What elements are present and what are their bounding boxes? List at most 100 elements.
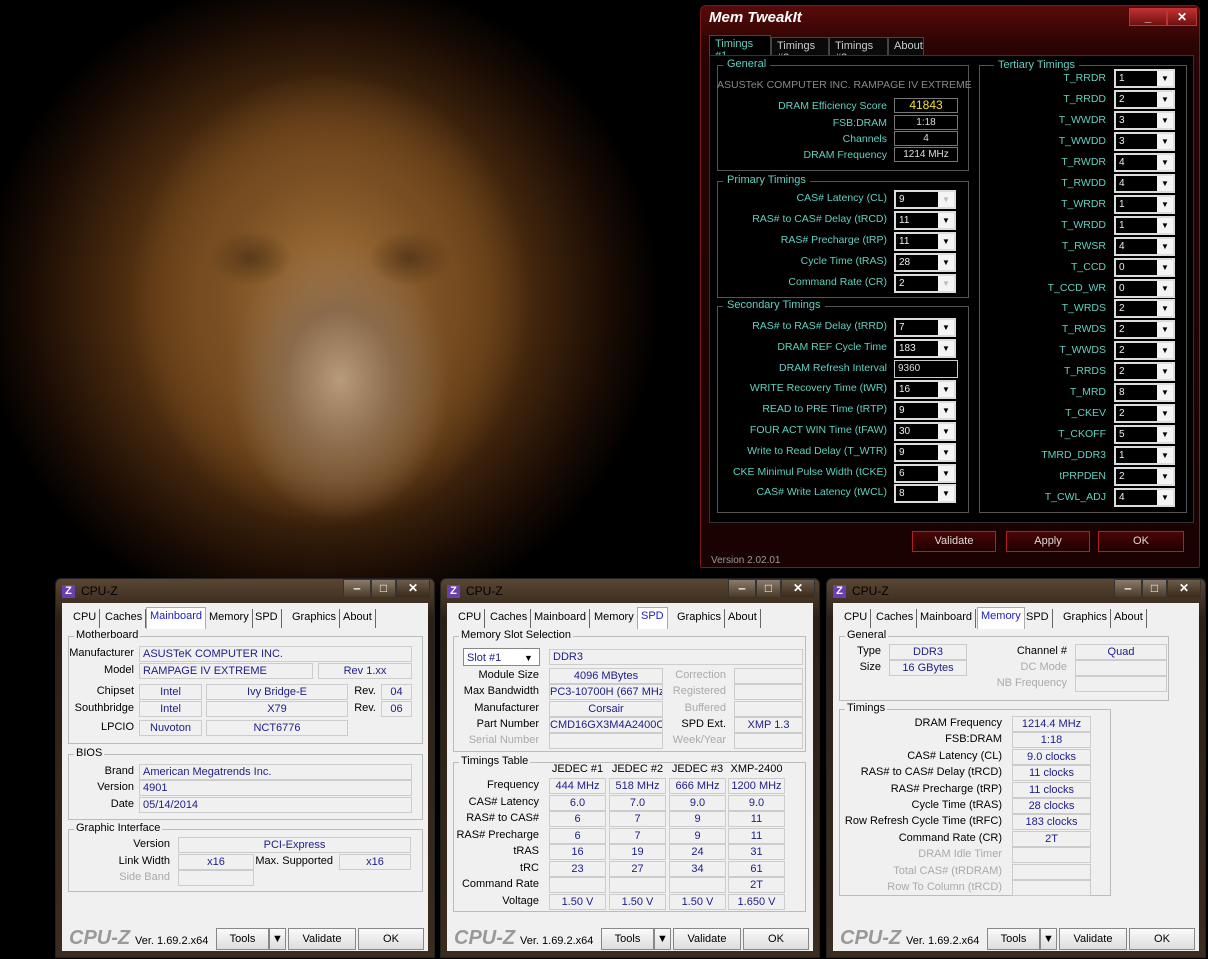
tertiary-combo[interactable]: 5 ▼ [1114,425,1175,445]
chevron-down-icon[interactable]: ▼ [1157,217,1173,233]
minimize-button[interactable]: _ [1129,8,1167,26]
chevron-down-icon[interactable]: ▼ [1157,322,1173,338]
ok-button[interactable]: OK [1129,928,1195,950]
primary-combo[interactable]: 28 ▼ [894,253,956,272]
chevron-down-icon[interactable]: ▼ [1157,469,1173,485]
chevron-down-icon[interactable]: ▼ [938,213,954,228]
tab-timings-1[interactable]: Timings #1 [709,35,771,62]
tab-caches[interactable]: Caches [102,609,147,628]
chevron-down-icon[interactable]: ▼ [1157,301,1173,317]
chevron-down-icon[interactable]: ▼ [1157,448,1173,464]
tab-mainboard[interactable]: Mainboard [146,607,206,629]
tab-cpu[interactable]: CPU [70,609,101,628]
tertiary-combo[interactable]: 4 ▼ [1114,488,1175,507]
chevron-down-icon[interactable]: ▼ [1157,154,1173,170]
tertiary-combo[interactable]: 4 ▼ [1114,152,1175,172]
ok-button[interactable]: OK [1098,531,1184,552]
tools-button[interactable]: Tools [601,928,654,950]
chevron-down-icon[interactable]: ▼ [938,403,954,419]
chevron-down-icon[interactable]: ▼ [1157,91,1173,107]
ok-button[interactable]: OK [358,928,424,950]
maximize-button[interactable]: □ [1142,579,1167,598]
tools-button[interactable]: Tools [216,928,269,950]
tools-dropdown[interactable]: ▼ [654,928,671,950]
chevron-down-icon[interactable]: ▼ [938,486,954,502]
tertiary-combo[interactable]: 2 ▼ [1114,89,1175,109]
minimize-button[interactable]: ‒ [1114,579,1142,598]
tertiary-combo[interactable]: 2 ▼ [1114,320,1175,340]
tab-timings-3[interactable]: Timings #3 [829,37,888,64]
maximize-button[interactable]: □ [371,579,396,598]
secondary-combo[interactable]: 9 ▼ [894,401,956,421]
chevron-down-icon[interactable]: ▼ [938,465,954,481]
chevron-down-icon[interactable]: ▼ [938,255,954,270]
close-button[interactable]: ✕ [781,579,815,598]
chevron-down-icon[interactable]: ▼ [1157,133,1173,149]
validate-button[interactable]: Validate [673,928,741,950]
validate-button[interactable]: Validate [912,531,996,552]
tab-graphics[interactable]: Graphics [674,609,726,628]
chevron-down-icon[interactable]: ▼ [938,444,954,460]
chevron-down-icon[interactable]: ▼ [938,340,954,356]
tertiary-combo[interactable]: 2 ▼ [1114,362,1175,382]
tertiary-combo[interactable]: 0 ▼ [1114,278,1175,298]
chevron-down-icon[interactable]: ▼ [1157,259,1173,275]
tertiary-combo[interactable]: 1 ▼ [1114,446,1175,466]
tab-mainboard[interactable]: Mainboard [531,609,590,628]
secondary-combo[interactable]: 183 ▼ [894,338,956,358]
chevron-down-icon[interactable]: ▼ [938,424,954,439]
chevron-down-icon[interactable]: ▼ [1157,385,1173,401]
tools-dropdown[interactable]: ▼ [269,928,286,950]
chevron-down-icon[interactable]: ▼ [1157,343,1173,359]
minimize-button[interactable]: ‒ [728,579,756,598]
tertiary-combo[interactable]: 1 ▼ [1114,194,1175,214]
tab-mainboard[interactable]: Mainboard [917,609,976,628]
tertiary-combo[interactable]: 3 ▼ [1114,110,1175,130]
tab-memory[interactable]: Memory [206,609,253,628]
chevron-down-icon[interactable]: ▼ [1157,238,1173,254]
tertiary-combo[interactable]: 4 ▼ [1114,236,1175,256]
tab-spd[interactable]: SPD [637,607,668,629]
tertiary-combo[interactable]: 0 ▼ [1114,257,1175,277]
tab-memory[interactable]: Memory [977,607,1025,629]
tab-about[interactable]: About [340,609,376,628]
chevron-down-icon[interactable]: ▼ [1157,196,1173,212]
chevron-down-icon[interactable]: ▼ [1157,406,1173,422]
tools-dropdown[interactable]: ▼ [1040,928,1057,950]
secondary-combo[interactable]: 7 ▼ [894,318,956,337]
chevron-down-icon[interactable]: ▼ [938,382,954,398]
close-button[interactable]: ✕ [1167,8,1197,26]
close-button[interactable]: ✕ [1167,579,1201,598]
tertiary-combo[interactable]: 4 ▼ [1114,173,1175,193]
validate-button[interactable]: Validate [1059,928,1127,950]
refresh-interval-input[interactable]: 9360 [894,359,958,378]
tertiary-combo[interactable]: 2 ▼ [1114,404,1175,424]
primary-combo[interactable]: 11 ▼ [894,232,956,251]
apply-button[interactable]: Apply [1006,531,1090,552]
tab-cpu[interactable]: CPU [455,609,486,628]
tab-spd[interactable]: SPD [252,609,282,628]
chevron-down-icon[interactable]: ▼ [938,320,954,335]
chevron-down-icon[interactable]: ▼ [1157,112,1173,128]
tab-about[interactable]: About [725,609,761,628]
tertiary-combo[interactable]: 3 ▼ [1114,131,1175,151]
tab-about[interactable]: About [888,37,924,56]
validate-button[interactable]: Validate [288,928,356,950]
tertiary-combo[interactable]: 1 ▼ [1114,215,1175,235]
tertiary-combo[interactable]: 2 ▼ [1114,299,1175,319]
minimize-button[interactable]: ‒ [343,579,371,598]
chevron-down-icon[interactable]: ▼ [1157,490,1173,505]
chevron-down-icon[interactable]: ▼ [524,650,533,666]
primary-combo[interactable]: 11 ▼ [894,211,956,230]
tertiary-combo[interactable]: 2 ▼ [1114,467,1175,487]
chevron-down-icon[interactable]: ▼ [938,234,954,249]
tab-caches[interactable]: Caches [873,609,918,628]
tab-caches[interactable]: Caches [487,609,532,628]
maximize-button[interactable]: □ [756,579,781,598]
secondary-combo[interactable]: 8 ▼ [894,484,956,504]
secondary-combo[interactable]: 30 ▼ [894,422,956,441]
tab-timings-2[interactable]: Timings #2 [771,37,829,64]
tab-cpu[interactable]: CPU [841,609,872,628]
slot-select[interactable]: Slot #1 ▼ [463,648,540,666]
tools-button[interactable]: Tools [987,928,1040,950]
